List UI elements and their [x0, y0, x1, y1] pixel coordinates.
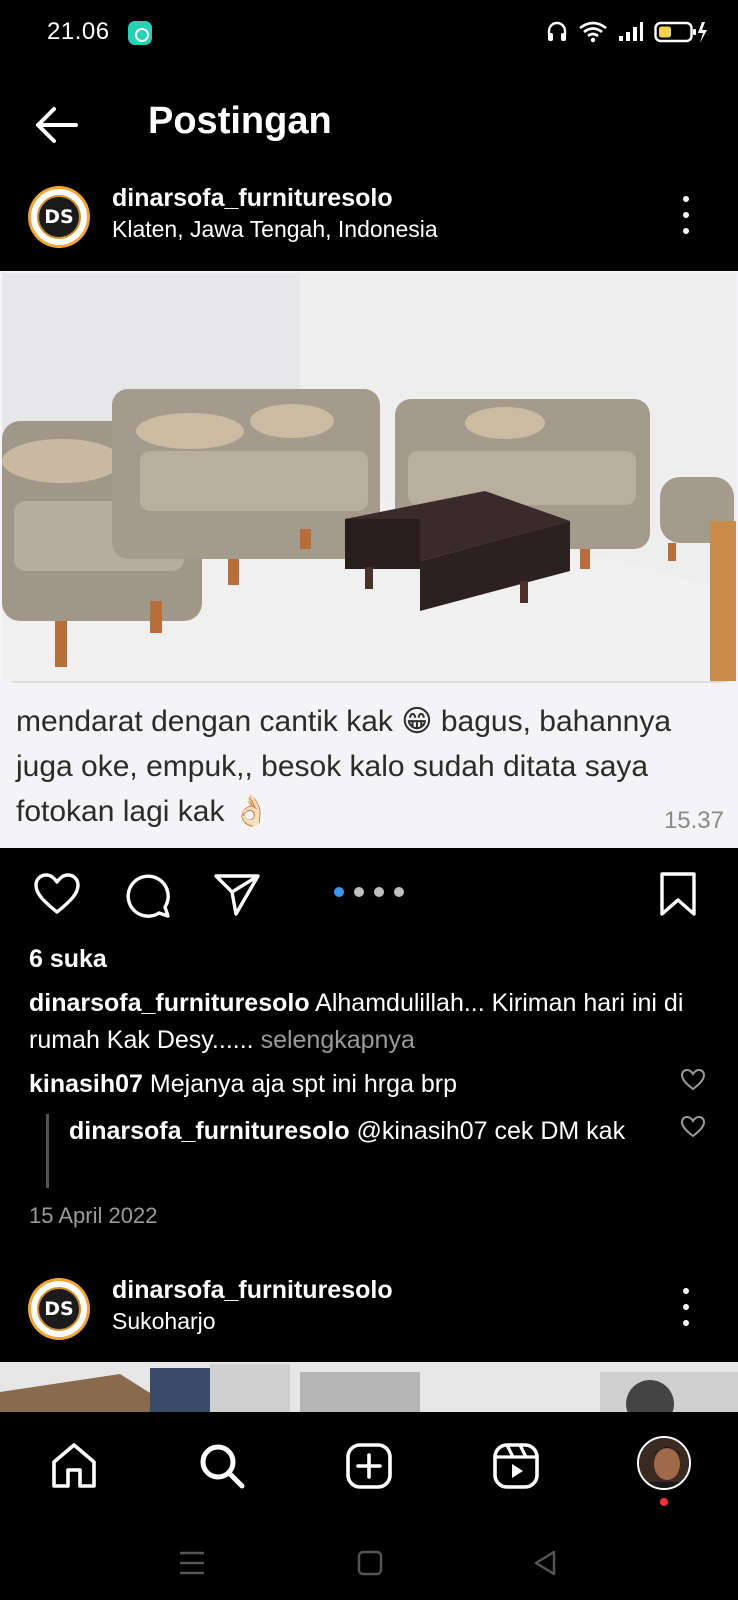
- post-header: DS dinarsofa_furnituresolo Sukoharjo: [0, 1270, 738, 1350]
- avatar-logo: DS: [37, 195, 81, 239]
- post-location[interactable]: Klaten, Jawa Tengah, Indonesia: [112, 216, 438, 243]
- nav-home[interactable]: [48, 1440, 100, 1492]
- store-photo: [0, 1362, 738, 1412]
- comment-button[interactable]: [122, 870, 172, 920]
- post-actions: [0, 864, 738, 924]
- post-image[interactable]: mendarat dengan cantik kak 😁 bagus, baha…: [0, 271, 738, 848]
- like-button[interactable]: [32, 870, 82, 920]
- profile-photo: [639, 1438, 689, 1488]
- reply-like-icon[interactable]: [680, 1115, 706, 1139]
- status-icons: [546, 18, 708, 46]
- send-icon: [214, 874, 260, 916]
- notification-dot: [660, 1498, 668, 1506]
- nav-search[interactable]: [196, 1440, 248, 1492]
- like-count[interactable]: 6 suka: [29, 945, 107, 974]
- comment-username[interactable]: kinasih07: [29, 1070, 143, 1098]
- post-header: DS dinarsofa_furnituresolo Klaten, Jawa …: [0, 178, 738, 258]
- reply-username[interactable]: dinarsofa_furnituresolo: [69, 1117, 350, 1145]
- status-time: 21.06: [47, 18, 110, 45]
- search-icon: [200, 1444, 245, 1489]
- post-location[interactable]: Sukoharjo: [112, 1308, 216, 1335]
- system-navigation: [0, 1528, 738, 1600]
- carousel-indicator: [334, 887, 404, 897]
- menu-icon[interactable]: [178, 1550, 206, 1576]
- reels-icon: [493, 1443, 539, 1489]
- post-date: 15 April 2022: [29, 1203, 158, 1228]
- post-caption: dinarsofa_furnituresolo Alhamdulillah...…: [29, 985, 719, 1059]
- reply-comment: dinarsofa_furnituresolo @kinasih07 cek D…: [69, 1113, 669, 1150]
- avatar[interactable]: DS: [28, 1278, 90, 1340]
- plus-square-icon: [346, 1443, 392, 1489]
- comment-like-icon[interactable]: [680, 1068, 706, 1092]
- reply-text: @kinasih07 cek DM kak: [356, 1117, 626, 1145]
- caption-username[interactable]: dinarsofa_furnituresolo: [29, 989, 310, 1017]
- sofa-photo: [0, 271, 738, 691]
- bottom-navigation: [0, 1412, 738, 1528]
- post-image[interactable]: [0, 1362, 738, 1412]
- top-bar: Postingan: [0, 88, 738, 160]
- reply-indicator: [46, 1114, 49, 1188]
- signal-icon: [619, 22, 643, 41]
- status-bar: 21.06: [0, 0, 738, 66]
- more-link[interactable]: selengkapnya: [261, 1026, 415, 1054]
- nav-profile-avatar[interactable]: [637, 1436, 691, 1490]
- post-username[interactable]: dinarsofa_furnituresolo: [112, 1276, 393, 1305]
- nav-reels[interactable]: [490, 1440, 542, 1492]
- comment-icon: [126, 874, 170, 918]
- more-options-button[interactable]: [680, 196, 692, 234]
- home-icon: [52, 1443, 96, 1488]
- comment-text: Mejanya aja spt ini hrga brp: [149, 1070, 458, 1098]
- avatar-logo: DS: [37, 1287, 81, 1331]
- photo-time: 15.37: [663, 807, 724, 834]
- more-options-button[interactable]: [680, 1288, 692, 1326]
- home-square-icon[interactable]: [357, 1550, 383, 1576]
- arrow-left-icon: [36, 107, 78, 143]
- share-button[interactable]: [212, 870, 262, 920]
- back-button[interactable]: [30, 102, 82, 148]
- avatar[interactable]: DS: [28, 186, 90, 248]
- heart-icon: [34, 873, 80, 914]
- headset-icon: [547, 21, 567, 41]
- bookmark-icon: [660, 872, 696, 916]
- save-button[interactable]: [658, 870, 708, 920]
- back-triangle-icon[interactable]: [532, 1550, 558, 1576]
- comment: kinasih07 Mejanya aja spt ini hrga brp: [29, 1066, 669, 1103]
- app-notification-icon: [128, 21, 152, 45]
- wifi-icon: [579, 21, 607, 43]
- post-username[interactable]: dinarsofa_furnituresolo: [112, 184, 393, 213]
- photo-caption: mendarat dengan cantik kak 😁 bagus, baha…: [16, 705, 672, 828]
- page-title: Postingan: [148, 100, 332, 142]
- nav-create[interactable]: [343, 1440, 395, 1492]
- battery-icon: [654, 21, 707, 43]
